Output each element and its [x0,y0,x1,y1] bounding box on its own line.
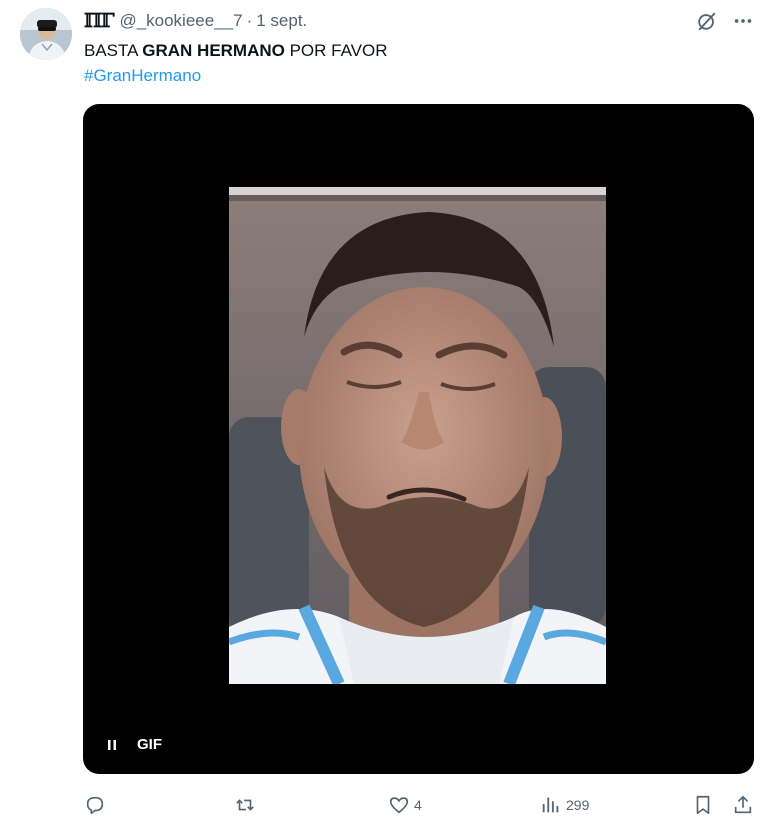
media-controls: GIF [105,736,162,753]
more-icon[interactable] [732,10,754,32]
gif-frame-image [229,187,606,684]
views-count: 299 [566,797,590,813]
like-count: 4 [414,797,422,813]
grok-icon[interactable] [696,10,718,32]
tweet-text-end: POR FAVOR [284,41,388,60]
reply-icon [86,796,104,815]
display-name[interactable]: ℿℾ [84,10,114,32]
views-button[interactable]: 299 [540,792,589,818]
retweet-icon [236,799,254,811]
gif-badge: GIF [137,736,162,753]
reply-button[interactable] [84,792,110,818]
views-icon [542,797,559,813]
like-icon [389,797,409,814]
gif-media[interactable]: GIF [83,104,754,774]
tweet-text-bold: GRAN HERMANO [142,41,285,60]
pause-icon[interactable] [105,738,119,752]
tweet-date[interactable]: 1 sept. [256,11,307,31]
share-icon [734,795,752,814]
bookmark-icon [696,795,710,815]
hashtag-link[interactable]: #GranHermano [84,65,201,87]
retweet-button[interactable] [234,792,260,818]
tweet-text-start: BASTA [84,41,143,60]
avatar[interactable] [20,8,72,60]
bookmark-button[interactable] [692,792,714,818]
action-bar: 4 299 [84,792,756,818]
share-button[interactable] [732,792,754,818]
avatar-image [20,8,72,60]
separator: · [246,11,253,30]
tweet-text: BASTA GRAN HERMANO POR FAVOR [84,40,388,62]
like-button[interactable]: 4 [388,792,422,818]
tweet-header: ℿℾ @_kookieee__7 · 1 sept. [84,9,307,33]
user-handle[interactable]: @_kookieee__7 [119,11,242,31]
